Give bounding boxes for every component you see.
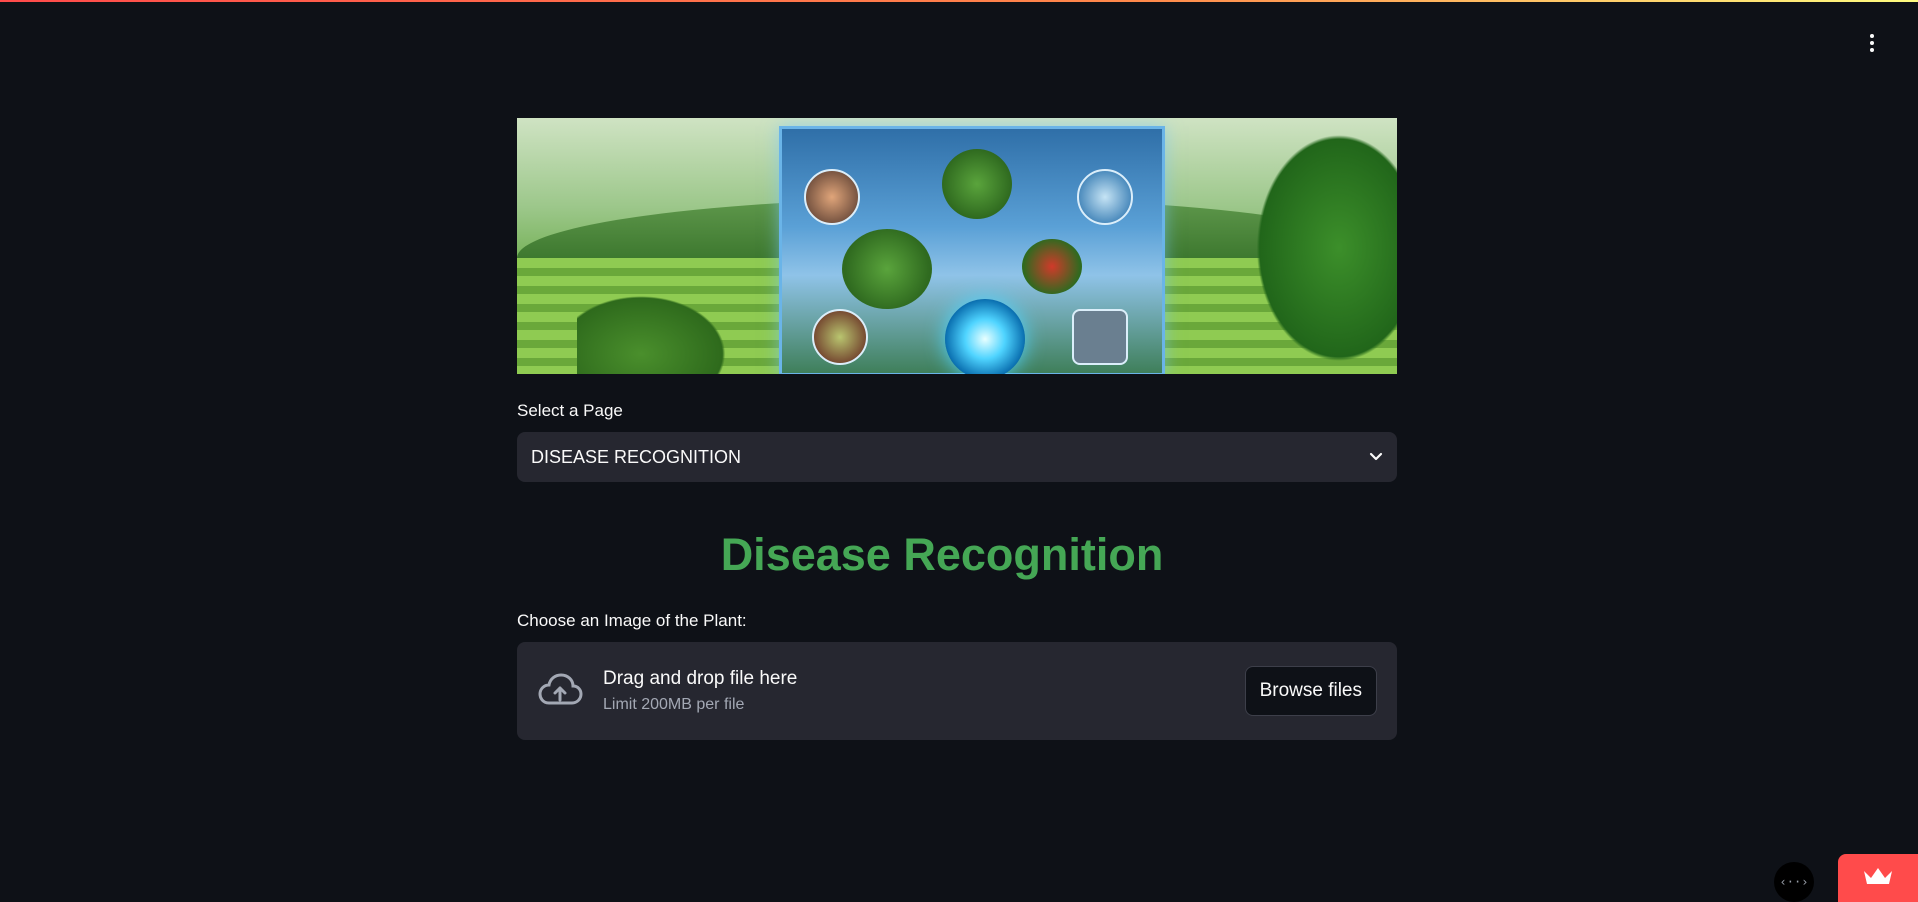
hero-plant [942, 149, 1012, 219]
page-select-value: DISEASE RECOGNITION [531, 446, 742, 467]
uploader-label: Choose an Image of the Plant: [517, 611, 747, 630]
dropzone-title: Drag and drop file here [603, 668, 798, 689]
vertical-dots-icon [1870, 34, 1874, 38]
hero-glowing-orb [945, 299, 1025, 374]
top-decoration-bar [0, 0, 1918, 2]
streamlit-badge[interactable] [1838, 854, 1918, 902]
code-icon: ‹··› [1779, 875, 1809, 889]
menu-dot [1870, 41, 1874, 45]
hero-tree [842, 229, 932, 309]
browse-files-button[interactable]: Browse files [1244, 666, 1377, 716]
main-content: Select a Page DISEASE RECOGNITION Diseas… [517, 118, 1397, 740]
main-menu-button[interactable] [1862, 30, 1882, 56]
dropzone-texts: Drag and drop file here Limit 200MB per … [603, 668, 797, 714]
hero-bubble [812, 309, 868, 365]
dropzone-limit: Limit 200MB per file [603, 696, 745, 713]
cloud-upload-icon [537, 671, 583, 711]
dev-toggle-button[interactable]: ‹··› [1774, 862, 1814, 902]
page-select-label: Select a Page [517, 401, 623, 420]
hero-bubble [1072, 309, 1128, 365]
hero-leaf-right [1237, 118, 1397, 374]
hero-tablet-panel [779, 126, 1165, 374]
file-dropzone[interactable]: Drag and drop file here Limit 200MB per … [517, 642, 1397, 740]
page-select[interactable]: DISEASE RECOGNITION [517, 432, 1397, 482]
hero-bubble [1077, 169, 1133, 225]
page-title: Disease Recognition [720, 529, 1164, 580]
hero-banner-image [517, 118, 1397, 374]
hero-leaf-left [577, 288, 737, 374]
crown-icon [1861, 865, 1895, 892]
hero-flower-bush [1022, 239, 1082, 294]
chevron-down-icon [1369, 450, 1383, 464]
hero-bubble [804, 169, 860, 225]
menu-dot [1870, 48, 1874, 52]
